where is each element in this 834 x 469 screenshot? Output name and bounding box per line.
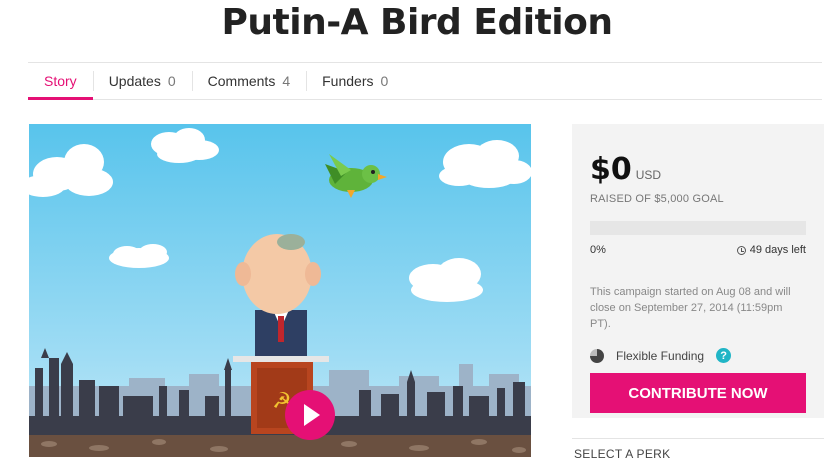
amount-raised: $0 USD — [590, 152, 661, 187]
flexible-funding: Flexible Funding ? — [590, 348, 732, 363]
days-left-label: 49 days left — [749, 244, 806, 256]
tab-updates[interactable]: Updates 0 — [92, 63, 192, 99]
flexible-funding-label: Flexible Funding — [616, 348, 705, 363]
tab-funders[interactable]: Funders 0 — [306, 63, 404, 99]
campaign-video[interactable]: ☭ — [29, 124, 531, 457]
tab-bar: Story Updates 0 Comments 4 Funders 0 — [28, 62, 822, 100]
amount-value: $0 — [590, 152, 632, 187]
clock-icon — [736, 245, 746, 255]
goal-label: RAISED OF $5,000 GOAL — [590, 193, 724, 205]
tab-story[interactable]: Story — [28, 63, 93, 100]
amount-currency: USD — [635, 168, 662, 182]
play-button[interactable] — [285, 390, 335, 440]
funding-progress-bar — [590, 221, 806, 235]
funding-panel: $0 USD RAISED OF $5,000 GOAL 0% 49 days l… — [572, 124, 824, 418]
pie-chart-icon — [590, 348, 604, 363]
bird-illustration — [325, 154, 387, 198]
funding-percent: 0% — [590, 244, 606, 256]
tab-label: Story — [44, 73, 77, 89]
tab-label: Comments — [207, 73, 276, 89]
contribute-now-button[interactable]: CONTRIBUTE NOW — [590, 373, 806, 413]
tab-comments[interactable]: Comments 4 — [191, 63, 306, 99]
tab-count: 4 — [282, 73, 291, 89]
tab-count: 0 — [380, 73, 389, 89]
tab-count: 0 — [167, 73, 176, 89]
page-title: Putin-A Bird Edition — [221, 2, 613, 43]
tab-label: Funders — [322, 73, 374, 89]
help-icon[interactable]: ? — [716, 348, 732, 363]
character-illustration — [235, 234, 321, 360]
video-thumbnail: ☭ — [29, 128, 531, 457]
divider — [572, 438, 824, 439]
tab-label: Updates — [108, 73, 161, 89]
select-perk-heading: SELECT A PERK — [574, 447, 671, 461]
days-left: 49 days left — [736, 244, 806, 256]
campaign-dates-note: This campaign started on Aug 08 and will… — [590, 286, 791, 330]
